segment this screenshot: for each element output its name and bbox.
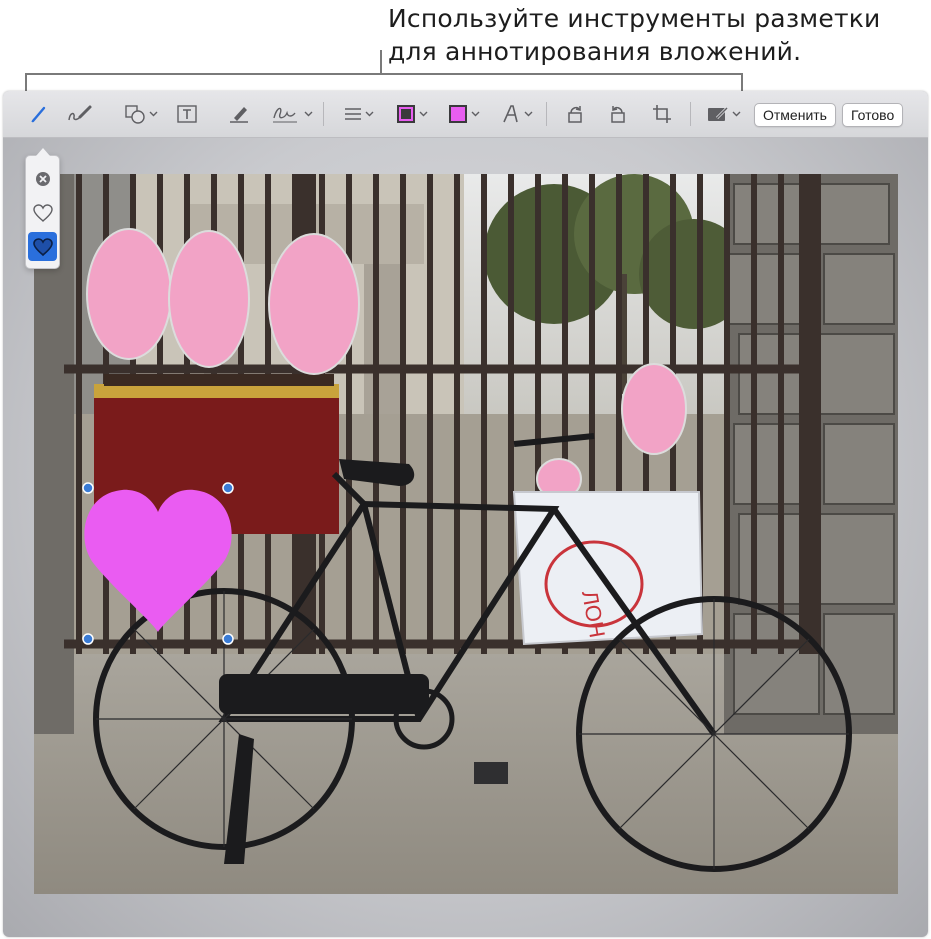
crop-icon[interactable] [649,100,675,128]
callout-line-2: для аннотирования вложений. [388,37,802,66]
heart-shape[interactable] [84,489,232,632]
fill-color-icon[interactable] [444,100,484,128]
pen-sketch-icon[interactable] [27,100,51,128]
popup-pointer [36,148,50,156]
done-button[interactable]: Готово [842,103,904,127]
draw-icon[interactable] [65,100,95,128]
cancel-button[interactable]: Отменить [754,103,836,127]
annotation-layer [82,482,234,645]
line-style-icon[interactable] [341,100,377,128]
heart-outline-icon[interactable] [28,198,57,227]
resize-handle[interactable] [82,633,94,645]
callout-line-1: Используйте инструменты разметки [388,4,881,33]
form-fill-icon[interactable] [704,100,744,128]
text-style-icon[interactable] [497,100,537,128]
heart-filled-icon[interactable] [28,232,57,261]
shapes-icon[interactable] [121,100,161,128]
shapes-popup [25,148,60,269]
markup-window: Отменить Готово ЛОН [3,91,928,937]
rotate-right-icon[interactable] [562,100,588,128]
border-color-icon[interactable] [393,100,431,128]
callout-text: Используйте инструменты разметки для анн… [388,2,928,68]
attachment-photo: ЛОН [34,174,898,894]
toolbar-separator [690,102,691,126]
toolbar-separator [546,102,547,126]
highlight-icon[interactable] [227,100,251,128]
resize-handle[interactable] [222,633,234,645]
resize-handle[interactable] [82,482,94,494]
resize-handle[interactable] [222,482,234,494]
markup-toolbar: Отменить Готово [3,91,928,138]
sign-icon[interactable] [271,100,313,128]
text-icon[interactable] [175,100,199,128]
toolbar-separator [323,102,324,126]
close-circle-icon[interactable] [28,164,57,193]
rotate-left-icon[interactable] [605,100,631,128]
